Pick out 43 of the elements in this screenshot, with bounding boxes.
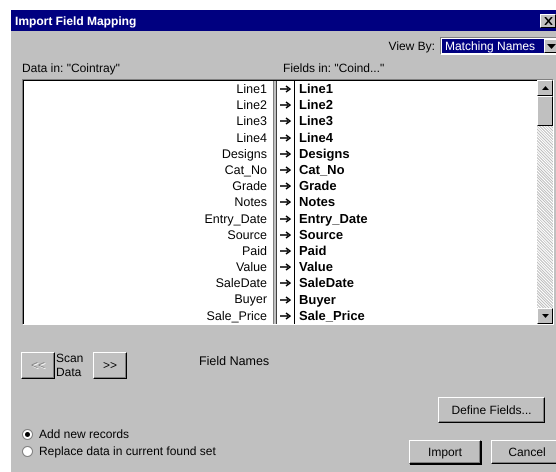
target-field: Buyer xyxy=(295,292,336,308)
target-label: Fields in: "Coind..." xyxy=(283,61,384,77)
radio-option[interactable]: Add new records xyxy=(22,427,216,441)
target-field: Cat_No xyxy=(295,162,345,178)
target-field: Source xyxy=(295,226,344,243)
cancel-button[interactable]: Cancel xyxy=(491,440,556,464)
target-field: Line3 xyxy=(295,113,333,130)
source-field: Cat_No xyxy=(23,162,273,178)
target-field: Sale_Price xyxy=(295,308,365,324)
target-field: Grade xyxy=(295,178,337,194)
import-button[interactable]: Import xyxy=(409,440,481,464)
source-field: Sale_Price xyxy=(23,308,273,324)
target-field: Line1 xyxy=(295,81,333,98)
source-field: Line4 xyxy=(23,130,273,146)
target-field: Value xyxy=(295,259,333,276)
source-field: Entry_Date xyxy=(23,210,273,227)
source-field: Source xyxy=(23,226,273,243)
radio-option[interactable]: Replace data in current found set xyxy=(22,444,216,458)
target-field: Line4 xyxy=(295,130,333,146)
target-field: Entry_Date xyxy=(295,210,368,227)
view-by-dropdown[interactable]: Matching Names xyxy=(440,37,556,55)
target-field: Designs xyxy=(295,146,350,162)
view-by-label: View By: xyxy=(388,39,435,53)
source-field: Buyer xyxy=(23,291,273,308)
source-field: Line1 xyxy=(23,81,273,98)
target-field: Line2 xyxy=(295,97,333,114)
source-field: Grade xyxy=(23,178,273,194)
scan-status: Field Names xyxy=(199,354,270,368)
target-field: SaleDate xyxy=(295,275,354,292)
source-field: Designs xyxy=(23,146,273,162)
target-field: Paid xyxy=(295,242,326,259)
source-label: Data in: "Cointray" xyxy=(22,61,121,77)
source-field: Line3 xyxy=(23,113,273,130)
source-field: SaleDate xyxy=(23,275,273,292)
source-field: Paid xyxy=(23,242,273,260)
source-field: Notes xyxy=(23,194,273,210)
define-fields-button[interactable]: Define Fields... xyxy=(438,397,545,423)
target-field: Notes xyxy=(295,194,336,210)
next-button[interactable]: >> xyxy=(93,352,127,378)
scan-data-label: Scan Data xyxy=(55,351,84,379)
source-field: Line2 xyxy=(23,97,273,114)
source-field: Value xyxy=(23,259,273,276)
window-title: Import Field Mapping xyxy=(15,14,136,28)
